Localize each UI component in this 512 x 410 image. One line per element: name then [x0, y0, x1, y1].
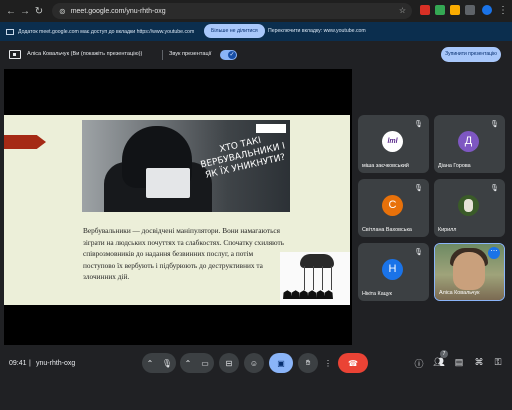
meet-app: Аліса Ковальчук (Ви (покажіть презентаці… — [0, 41, 512, 410]
participant-name: Світлана Ваховська — [362, 227, 412, 233]
puppet-string — [304, 266, 305, 290]
puppet-string — [322, 266, 323, 290]
stop-sharing-button[interactable]: Більше не ділитися — [204, 24, 265, 38]
mic-off-icon: 🎙︎ — [490, 185, 499, 192]
slide-body-text: Вербувальники — досвідчені маніпулятори.… — [83, 226, 284, 282]
screen: ← → ↻ ⊚ meet.google.com/ynu-rhth-oxg ☆ ⋮… — [0, 0, 512, 410]
extensions-puzzle-icon[interactable] — [465, 5, 475, 15]
captions-button[interactable]: ⊟ — [219, 353, 239, 373]
mic-off-icon: 🎙︎ — [490, 121, 499, 128]
clock: 09:41 — [9, 360, 27, 367]
presenting-icon — [9, 50, 21, 59]
mic-button[interactable]: 🎙︎ — [158, 353, 176, 373]
url-text: meet.google.com/ynu-rhth-oxg — [70, 7, 166, 15]
stop-presenting-button[interactable]: Зупинити презентацію — [441, 47, 501, 62]
participant-avatar: С — [382, 195, 403, 216]
people-count-badge: 7 — [440, 350, 448, 358]
puppet-string — [331, 266, 332, 290]
shared-tab-icon — [6, 28, 14, 35]
switch-tab-link[interactable]: Переключити вкладку: www.youtube.com — [268, 24, 366, 38]
forward-icon[interactable]: → — [18, 6, 32, 17]
slide-arrow-decoration — [4, 135, 46, 149]
puppet-illustration: ☗☗☗☗☗☗ — [280, 252, 350, 305]
more-options-button[interactable]: ⋮ — [322, 353, 334, 373]
presented-slide: ХТО ТАКІ ВЕРБУВАЛЬНИКИ І ЯК ЇХ УНИКНУТИ?… — [4, 115, 350, 305]
host-controls-icon[interactable]: ⚿ — [491, 357, 505, 368]
tab-sharing-banner: Додаток meet.google.com має доступ до вк… — [0, 22, 512, 41]
raise-hand-icon: ✋︎ — [305, 358, 311, 367]
self-video-face — [453, 252, 485, 290]
participant-tile[interactable]: 🎙︎ lml міша заєчковський — [358, 115, 429, 173]
mic-off-icon: 🎙︎ — [414, 121, 423, 128]
people-silhouettes: ☗☗☗☗☗☗ — [282, 288, 334, 302]
people-icon[interactable]: 👥︎ — [432, 357, 446, 368]
address-bar[interactable]: ⊚ meet.google.com/ynu-rhth-oxg ☆ — [52, 3, 412, 19]
leave-call-button[interactable]: ☎︎ — [338, 353, 368, 373]
more-options-icon: ⋮ — [324, 358, 332, 368]
extension-icon-red[interactable] — [420, 5, 430, 15]
participant-name: Діана Горова — [438, 163, 471, 169]
bookmark-star-icon[interactable]: ☆ — [399, 6, 406, 15]
mic-icon: 🎙︎ — [161, 358, 173, 368]
present-icon: ▣ — [277, 358, 285, 368]
presentation-audio-toggle[interactable] — [220, 50, 237, 60]
extension-icon-yellow[interactable] — [450, 5, 460, 15]
participant-tile[interactable]: 🎙︎ Н Нікіта Кацук — [358, 243, 429, 301]
puppet-string — [313, 266, 314, 290]
participant-name: Нікіта Кацук — [362, 291, 392, 297]
browser-menu-icon[interactable]: ⋮ — [496, 5, 510, 16]
camera-icon: ▭ — [201, 358, 209, 368]
sharing-status-text: Додаток meet.google.com має доступ до вк… — [18, 28, 195, 35]
mic-options-chevron[interactable]: ⌃ — [142, 353, 158, 373]
camera-button[interactable]: ▭ — [196, 353, 214, 373]
raise-hand-button[interactable]: ✋︎ — [298, 353, 318, 373]
profile-avatar-icon[interactable] — [482, 5, 492, 15]
mic-off-icon: 🎙︎ — [414, 249, 423, 256]
tile-more-options-icon[interactable]: ⋯ — [488, 247, 500, 259]
divider — [162, 50, 163, 60]
participant-tile[interactable]: 🎙︎ Д Діана Горова — [434, 115, 505, 173]
laptop-image — [146, 168, 190, 198]
site-info-icon[interactable]: ⊚ — [59, 7, 66, 16]
info-icon[interactable]: ⓘ — [412, 357, 426, 370]
participant-avatar — [458, 195, 479, 216]
presenter-label: Аліса Ковальчук (Ви (покажіть презентаці… — [27, 51, 143, 57]
presentation-audio-label: Звук презентації — [169, 51, 212, 57]
participant-name: Кирилл — [438, 227, 457, 233]
end-call-icon: ☎︎ — [348, 358, 358, 368]
participant-avatar: Д — [458, 131, 479, 152]
captions-icon: ⊟ — [225, 358, 233, 368]
participant-name: міша заєчковський — [362, 163, 409, 169]
extension-icon-green[interactable] — [435, 5, 445, 15]
browser-toolbar: ← → ↻ ⊚ meet.google.com/ynu-rhth-oxg ☆ ⋮ — [0, 0, 512, 22]
reload-icon[interactable]: ↻ — [32, 6, 46, 17]
participant-tile[interactable]: 🎙︎ С Світлана Ваховська — [358, 179, 429, 237]
meeting-code: ynu-rhth-oxg — [36, 360, 76, 367]
participant-tile[interactable]: 🎙︎ Кирилл — [434, 179, 505, 237]
chat-icon[interactable]: ▤ — [452, 357, 466, 368]
emoji-icon: ☺ — [249, 358, 259, 368]
participant-name: Аліса Ковальчук — [439, 290, 480, 296]
mic-off-icon: 🎙︎ — [414, 185, 423, 192]
present-now-button[interactable]: ▣ — [269, 353, 293, 373]
back-icon[interactable]: ← — [4, 6, 18, 17]
participant-avatar: Н — [382, 259, 403, 280]
slide-hero-image: ХТО ТАКІ ВЕРБУВАЛЬНИКИ І ЯК ЇХ УНИКНУТИ? — [82, 120, 290, 212]
emoji-reactions-button[interactable]: ☺ — [244, 353, 264, 373]
camera-options-chevron[interactable]: ⌃ — [180, 353, 196, 373]
activities-icon[interactable]: ⌘ — [472, 357, 486, 368]
time-separator: | — [29, 360, 31, 367]
participant-avatar: lml — [382, 131, 403, 152]
puppeteer-hand — [300, 254, 334, 268]
presentation-bar: Аліса Ковальчук (Ви (покажіть презентаці… — [0, 45, 512, 65]
self-view-tile[interactable]: ⋯ Аліса Ковальчук — [434, 243, 505, 301]
